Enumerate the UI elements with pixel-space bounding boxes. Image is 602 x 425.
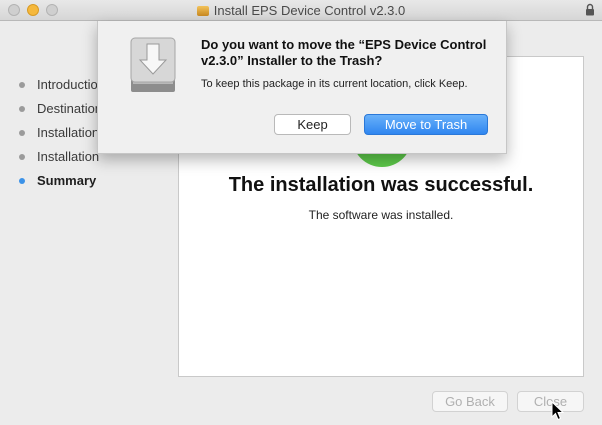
- package-icon: [196, 6, 209, 16]
- dialog-title: Do you want to move the “EPS Device Cont…: [201, 37, 487, 68]
- move-to-trash-button[interactable]: Move to Trash: [364, 114, 488, 135]
- lock-icon: [586, 3, 594, 16]
- success-message: The software was installed.: [308, 208, 454, 222]
- step-dot: [19, 82, 25, 88]
- success-headline: The installation was successful.: [228, 174, 534, 196]
- window-title: Install EPS Device Control v2.3.0: [0, 3, 602, 18]
- step-summary: Summary: [18, 172, 177, 196]
- dialog-message: To keep this package in its current loca…: [201, 78, 468, 90]
- window-title-text: Install EPS Device Control v2.3.0: [213, 3, 406, 18]
- step-dot: [19, 154, 25, 160]
- installer-icon: [130, 37, 176, 92]
- mouse-pointer-icon: [551, 401, 565, 421]
- step-label: Introduction: [37, 77, 105, 92]
- step-label: Installation: [37, 149, 100, 164]
- move-to-trash-dialog: Do you want to move the “EPS Device Cont…: [97, 21, 507, 154]
- keep-button[interactable]: Keep: [274, 114, 351, 135]
- go-back-button[interactable]: Go Back: [432, 391, 508, 412]
- title-bar: Install EPS Device Control v2.3.0: [0, 0, 602, 21]
- step-dot: [19, 130, 25, 136]
- step-dot: [19, 106, 25, 112]
- step-label: Summary: [37, 173, 97, 188]
- step-dot: [19, 178, 25, 184]
